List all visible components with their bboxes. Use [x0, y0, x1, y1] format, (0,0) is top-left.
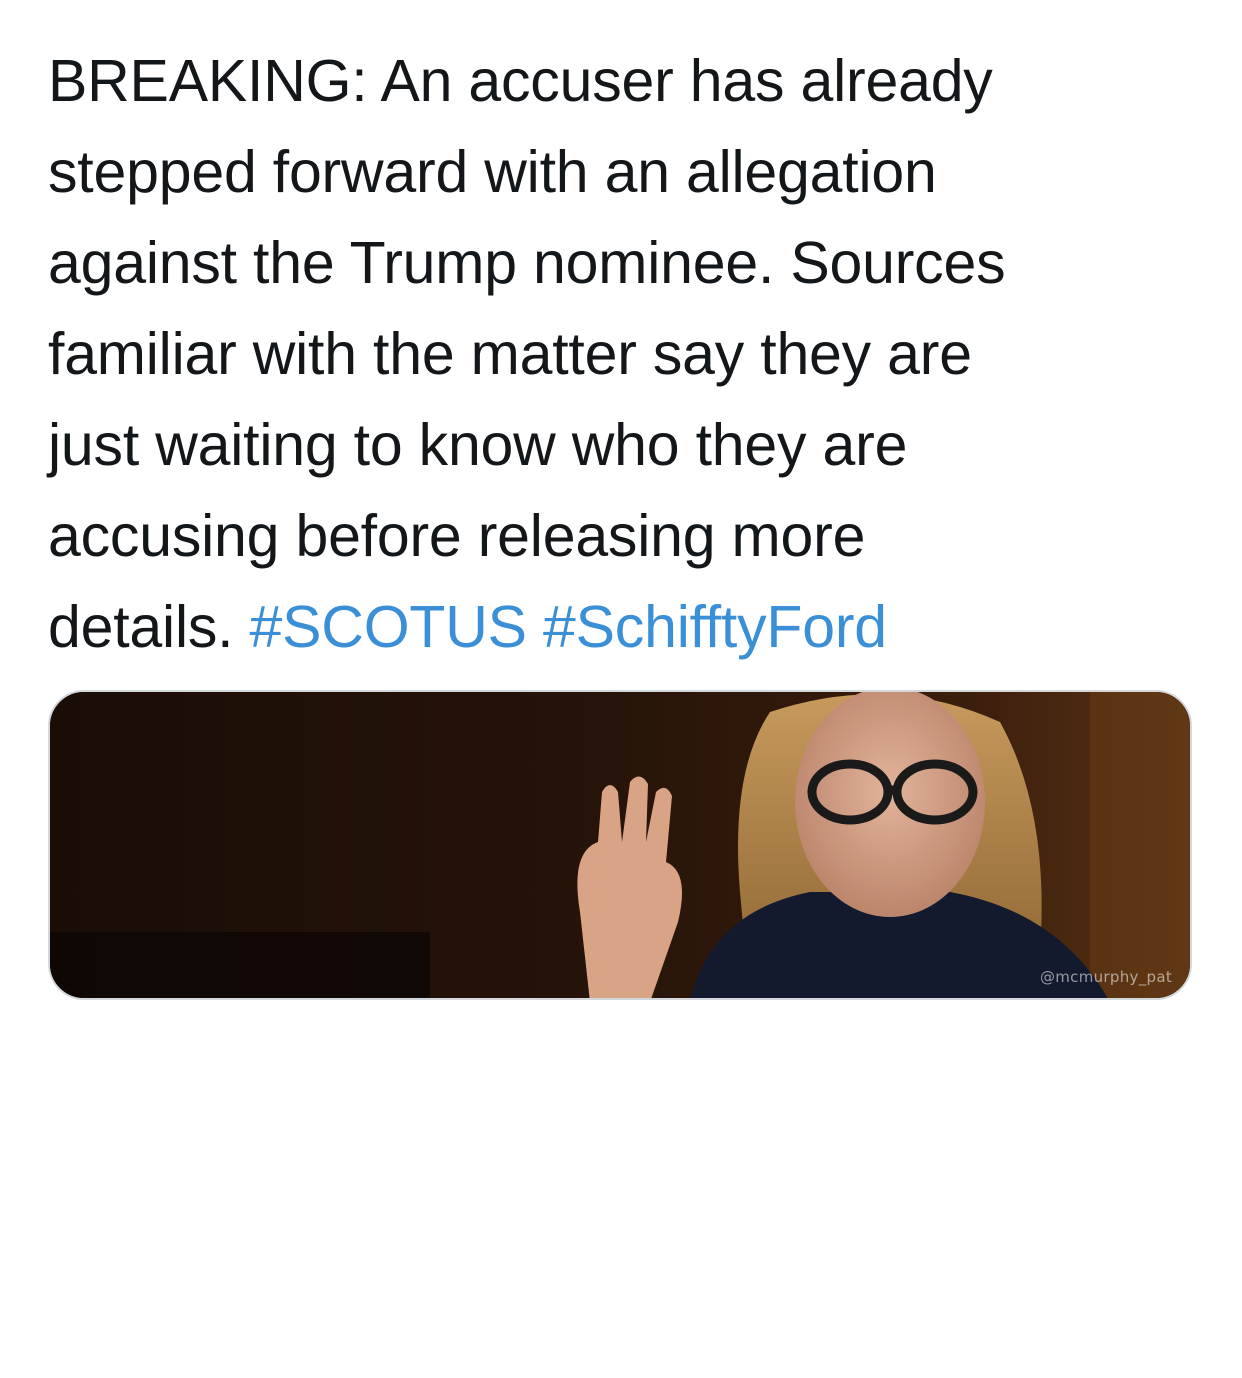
tweet-card: BREAKING: An accuser has already stepped…	[0, 0, 1242, 1378]
hashtag-schifftyford-link[interactable]: #SchifftyFord	[543, 594, 887, 660]
tweet-text-line: stepped forward with an allegation	[48, 139, 937, 205]
tweet-text-line: just waiting to know who they are	[48, 412, 908, 478]
tweet-text-end: details.	[48, 594, 234, 660]
tweet-text-line: against the Trump nominee. Sources	[48, 230, 1006, 296]
photo-illustration	[50, 692, 1190, 998]
hashtag-scotus-link[interactable]: #SCOTUS	[250, 594, 527, 660]
tweet-text-line: accusing before releasing more	[48, 503, 866, 569]
tweet-text: BREAKING: An accuser has already stepped…	[48, 36, 1198, 673]
image-watermark: @mcmurphy_pat	[1039, 968, 1172, 986]
tweet-text-line: BREAKING: An accuser has already	[48, 48, 993, 114]
tweet-text-line: familiar with the matter say they are	[48, 321, 972, 387]
tweet-text-last-line: details. #SCOTUS #SchifftyFord	[48, 582, 1198, 673]
tweet-media-image[interactable]: @mcmurphy_pat	[48, 690, 1192, 1000]
